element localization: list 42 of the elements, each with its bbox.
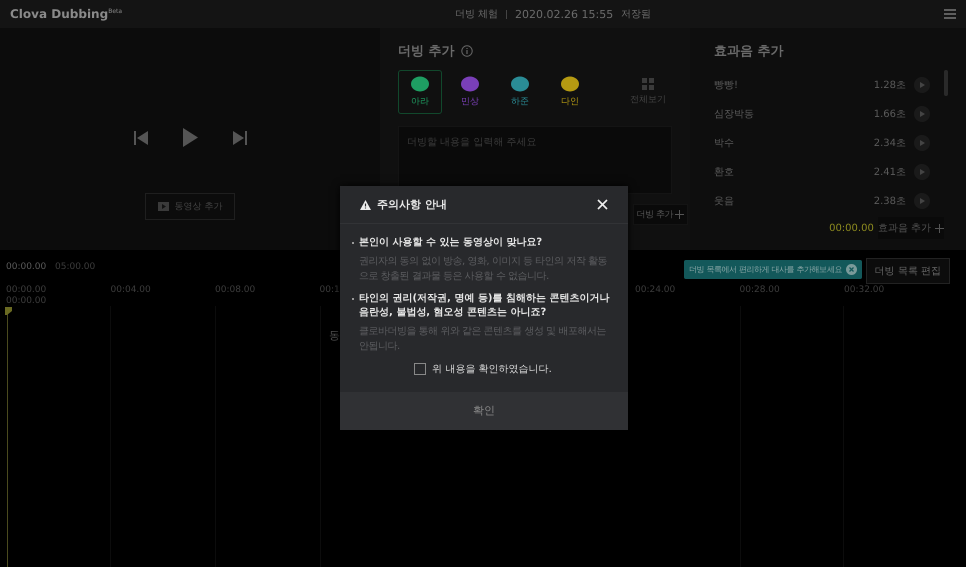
voice-option[interactable]: 민상	[448, 70, 492, 114]
ruler-label: 00:08.00	[215, 285, 256, 295]
effect-name: 빵빵!	[714, 78, 738, 92]
ruler-label: 00:28.00	[740, 285, 780, 295]
total-time: 05:00.00	[55, 262, 96, 272]
notice-question: 본인이 사용할 수 있는 동영상이 맞나요?	[359, 236, 544, 250]
effect-name: 박수	[714, 136, 734, 150]
confirm-checkbox[interactable]: 위 내용을 확인하였습니다.	[352, 362, 614, 376]
edit-list-button[interactable]: 더빙 목록 편집	[866, 258, 950, 284]
add-effect-button[interactable]: 효과음 추가	[878, 217, 944, 239]
ruler-label: 00:24.00	[635, 285, 676, 295]
ruler-label: 00:32.00	[844, 285, 884, 295]
effect-time: 00:00.00	[829, 222, 874, 234]
dialog-title: 주의사항 안내	[377, 197, 448, 212]
effect-name: 심장박동	[714, 108, 754, 120]
effect-duration: 2.41초	[874, 166, 906, 178]
effect-duration: 1.66초	[874, 108, 906, 120]
app-logo: Clova Dubbing$^{Beta}$	[10, 7, 122, 21]
effect-duration: 1.28초	[874, 78, 906, 92]
voice-option[interactable]: 하준	[498, 70, 542, 114]
ruler-label: 00:04.00	[110, 285, 151, 295]
saved-time: 2020.02.26 15:55	[515, 8, 614, 20]
effect-name: 환호	[714, 166, 734, 178]
tooltip: 더빙 목록에서 편리하게 대사를 추가해보세요	[684, 260, 862, 279]
notice-question: 타인의 권리(저작권, 명예 등)를 침해하는 콘텐츠이거나 음란성, 불법성, 혐오성 콘텐츠는 아니죠?	[359, 292, 610, 320]
add-dubbing-button[interactable]: 더빙 추가	[632, 204, 688, 225]
saved-status: 저장됨	[621, 8, 652, 21]
ok-button[interactable]: 확인	[340, 392, 628, 430]
playhead-time: 00:00.00	[6, 296, 46, 306]
clip-label: 동	[329, 328, 340, 343]
voice-option[interactable]: 다인	[548, 70, 592, 114]
add-video-button[interactable]: 동영상 추가	[144, 193, 236, 220]
ruler-label: 00:1	[320, 285, 340, 295]
current-time: 00:00.00	[6, 262, 46, 272]
panel-title: 효과음 추가	[714, 43, 784, 60]
effect-name: 웃음	[714, 194, 734, 208]
project-name: 더빙 체험	[454, 8, 498, 21]
ruler-label: 00:00.00	[6, 285, 46, 295]
panel-title: 더빙 추가	[398, 43, 455, 60]
effect-duration: 2.38초	[874, 194, 906, 208]
effect-duration: 2.34초	[874, 136, 906, 150]
voice-option[interactable]: 아라	[398, 70, 442, 114]
